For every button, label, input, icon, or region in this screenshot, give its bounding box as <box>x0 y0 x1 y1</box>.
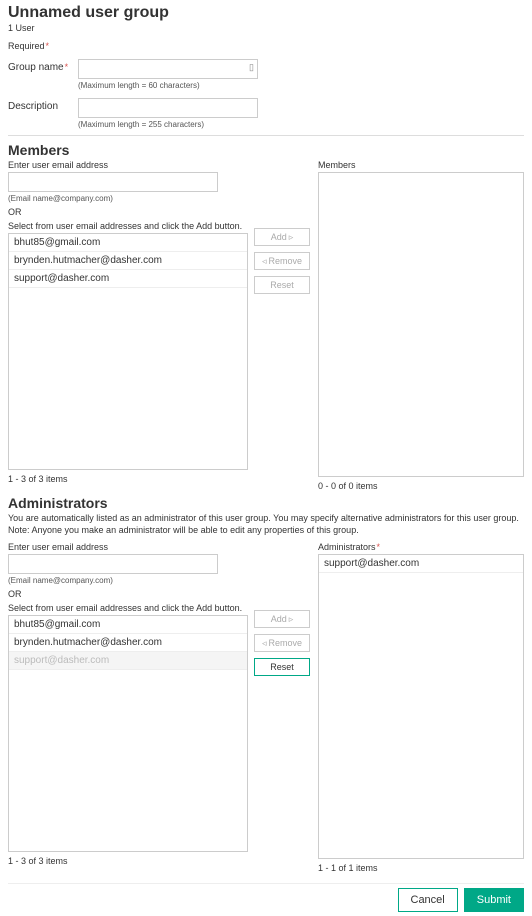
group-name-input[interactable] <box>78 59 258 79</box>
required-label: Required* <box>8 41 524 51</box>
triangle-right-icon: ▹ <box>289 232 294 243</box>
admins-select-label: Select from user email addresses and cli… <box>8 603 248 613</box>
members-left-count: 1 - 3 of 3 items <box>8 474 248 484</box>
page-title: Unnamed user group <box>8 4 524 22</box>
members-right-label: Members <box>318 160 524 170</box>
description-hint: (Maximum length = 255 characters) <box>78 120 524 129</box>
members-email-input[interactable] <box>8 172 218 192</box>
members-or-label: OR <box>8 207 248 217</box>
admins-enter-label: Enter user email address <box>8 542 248 552</box>
list-item[interactable]: support@dasher.com <box>319 555 523 573</box>
group-name-label: Group name* <box>8 59 78 73</box>
admins-right-count: 1 - 1 of 1 items <box>318 863 524 873</box>
members-add-button[interactable]: Add ▹ <box>254 228 310 246</box>
triangle-left-icon: ◃ <box>262 256 267 267</box>
admins-add-button[interactable]: Add ▹ <box>254 610 310 628</box>
admins-email-input[interactable] <box>8 554 218 574</box>
submit-button[interactable]: Submit <box>464 888 524 912</box>
admins-left-count: 1 - 3 of 3 items <box>8 856 248 866</box>
members-remove-button[interactable]: ◃ Remove <box>254 252 310 270</box>
admins-remove-button[interactable]: ◃ Remove <box>254 634 310 652</box>
list-item[interactable]: bhut85@gmail.com <box>9 616 247 634</box>
members-right-count: 0 - 0 of 0 items <box>318 481 524 491</box>
divider <box>8 135 524 136</box>
list-item[interactable]: brynden.hutmacher@dasher.com <box>9 252 247 270</box>
user-count: 1 User <box>8 23 524 33</box>
members-target-list[interactable] <box>318 172 524 477</box>
members-enter-label: Enter user email address <box>8 160 248 170</box>
admins-reset-button[interactable]: Reset <box>254 658 310 676</box>
list-item: support@dasher.com <box>9 652 247 670</box>
members-email-hint: (Email name@company.com) <box>8 194 248 203</box>
group-name-hint: (Maximum length = 60 characters) <box>78 81 524 90</box>
description-label: Description <box>8 98 78 112</box>
cancel-button[interactable]: Cancel <box>398 888 458 912</box>
list-item[interactable]: support@dasher.com <box>9 270 247 288</box>
admins-or-label: OR <box>8 589 248 599</box>
admins-email-hint: (Email name@company.com) <box>8 576 248 585</box>
triangle-right-icon: ▹ <box>289 614 294 625</box>
members-reset-button[interactable]: Reset <box>254 276 310 294</box>
admins-target-list[interactable]: support@dasher.com <box>318 554 524 859</box>
members-select-label: Select from user email addresses and cli… <box>8 221 248 231</box>
list-item[interactable]: bhut85@gmail.com <box>9 234 247 252</box>
admins-right-label: Administrators* <box>318 542 524 552</box>
members-title: Members <box>8 142 524 158</box>
admins-source-list[interactable]: bhut85@gmail.combrynden.hutmacher@dasher… <box>8 615 248 852</box>
admins-desc: You are automatically listed as an admin… <box>8 513 524 536</box>
triangle-left-icon: ◃ <box>262 638 267 649</box>
description-input[interactable] <box>78 98 258 118</box>
list-item[interactable]: brynden.hutmacher@dasher.com <box>9 634 247 652</box>
members-source-list[interactable]: bhut85@gmail.combrynden.hutmacher@dasher… <box>8 233 248 470</box>
admins-title: Administrators <box>8 495 524 511</box>
